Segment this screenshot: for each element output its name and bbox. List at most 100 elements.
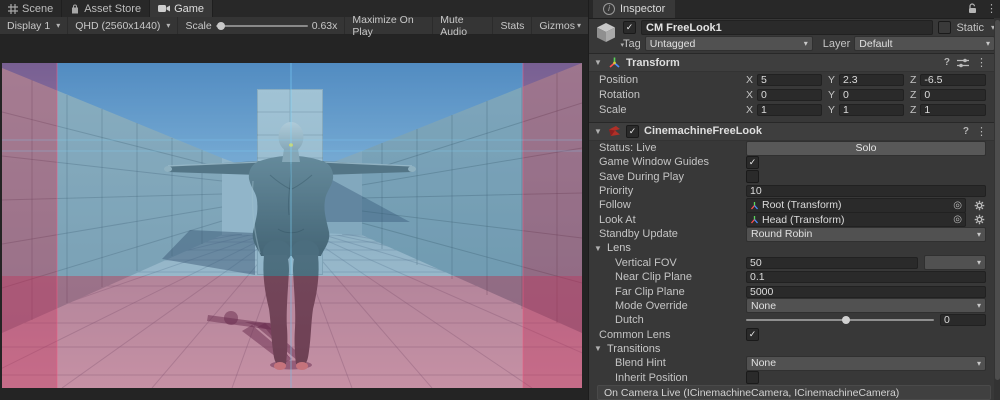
cinemachine-guides [2, 63, 582, 388]
tag-dropdown[interactable]: Untagged ▾ [645, 36, 813, 51]
dutch-value-field[interactable] [940, 314, 986, 326]
follow-object-field[interactable]: Root (Transform) ◎ [746, 198, 966, 213]
game-window-guides-checkbox[interactable]: ✓ [746, 156, 759, 169]
static-checkbox[interactable] [938, 21, 951, 34]
chevron-down-icon: ▾ [166, 21, 170, 30]
game-viewport[interactable] [2, 63, 582, 388]
scale-slider[interactable] [216, 25, 308, 27]
gameobject-header: ▾ ✓ Static ▾ Tag Untagged ▾ Layer Defaul… [589, 18, 1000, 53]
resolution-dropdown-label: QHD (2560x1440) [75, 20, 160, 32]
inspector-scrollbar[interactable] [994, 18, 1000, 400]
dutch-label: Dutch [589, 314, 746, 326]
tab-asset-store-label: Asset Store [84, 3, 141, 15]
display-dropdown[interactable]: Display 1 ▾ [0, 17, 68, 34]
priority-field[interactable] [746, 185, 986, 197]
blend-hint-dropdown[interactable]: None▾ [746, 356, 986, 371]
lock-icon[interactable] [968, 3, 978, 14]
layer-dropdown[interactable]: Default ▾ [854, 36, 995, 51]
look-at-gear-button[interactable] [972, 214, 986, 225]
axis-z-label: Z [910, 74, 916, 86]
help-icon[interactable]: ? [963, 126, 969, 137]
scale-slider-knob[interactable] [217, 22, 225, 30]
rotation-y-field[interactable] [839, 89, 904, 101]
gameobject-cube-icon[interactable]: ▾ [595, 21, 617, 48]
scrollbar-thumb[interactable] [995, 20, 1000, 380]
chevron-down-icon: ▾ [980, 39, 990, 48]
cinemachine-freelook-header[interactable]: ▼ ✓ CinemachineFreeLook ? ⋮ [589, 122, 994, 141]
foldout-icon[interactable]: ▼ [593, 58, 603, 67]
kebab-menu-icon[interactable]: ⋮ [976, 125, 987, 138]
presets-icon[interactable] [957, 58, 969, 68]
fov-preset-dropdown[interactable]: ▾ [924, 255, 986, 270]
mute-audio-button[interactable]: Mute Audio [432, 17, 492, 34]
game-window-guides-label: Game Window Guides [589, 156, 746, 168]
common-lens-checkbox[interactable]: ✓ [746, 328, 759, 341]
transform-ref-icon [750, 201, 759, 210]
status-live-label: Status: Live [589, 142, 746, 154]
tab-game-label: Game [174, 3, 204, 15]
tab-scene[interactable]: Scene [0, 0, 62, 17]
follow-row: Follow Root (Transform) ◎ [589, 198, 994, 212]
mode-override-label: Mode Override [589, 300, 746, 312]
look-at-object-field[interactable]: Head (Transform) ◎ [746, 212, 966, 227]
chevron-down-icon: ▾ [971, 301, 981, 310]
kebab-menu-icon[interactable]: ⋮ [986, 2, 997, 15]
axis-x-label: X [746, 89, 753, 101]
position-x-field[interactable] [757, 74, 822, 86]
scale-row: Scale X Y Z [589, 103, 994, 118]
gameobject-name-field[interactable] [641, 20, 933, 35]
game-camera-icon [158, 4, 170, 13]
inspector-tabbar: i Inspector ⋮ [589, 0, 1000, 19]
transform-header[interactable]: ▼ Transform ? ⋮ [589, 53, 994, 72]
scale-z-field[interactable] [920, 104, 986, 116]
far-clip-field[interactable] [746, 286, 986, 298]
solo-button[interactable]: Solo [746, 141, 986, 156]
transitions-label: Transitions [607, 343, 660, 355]
maximize-on-play-label: Maximize On Play [352, 14, 425, 38]
scale-control: Scale 0.63x [178, 17, 344, 34]
save-during-play-label: Save During Play [589, 171, 746, 183]
transitions-foldout[interactable]: ▼ Transitions [589, 342, 994, 356]
chevron-down-icon: ▾ [971, 359, 981, 368]
tab-game[interactable]: Game [150, 0, 213, 17]
status-row: Status: Live Solo [589, 141, 994, 155]
position-z-field[interactable] [920, 74, 986, 86]
scale-x-field[interactable] [757, 104, 822, 116]
rotation-z-field[interactable] [920, 89, 986, 101]
gizmos-dropdown[interactable]: Gizmos▾ [531, 17, 588, 34]
transform-icon [608, 56, 621, 69]
component-enabled-checkbox[interactable]: ✓ [626, 125, 639, 138]
follow-gear-button[interactable] [972, 200, 986, 211]
rotation-x-field[interactable] [757, 89, 822, 101]
resolution-dropdown[interactable]: QHD (2560x1440) ▾ [68, 17, 178, 34]
position-row: Position X Y Z [589, 72, 994, 87]
tab-inspector[interactable]: i Inspector [593, 0, 675, 18]
help-icon[interactable]: ? [944, 57, 950, 68]
transform-ref-icon [750, 215, 759, 224]
vertical-fov-field[interactable] [746, 257, 918, 269]
object-picker-icon[interactable]: ◎ [953, 214, 962, 225]
follow-object-name: Root (Transform) [762, 199, 842, 211]
kebab-menu-icon[interactable]: ⋮ [976, 56, 987, 69]
standby-update-dropdown[interactable]: Round Robin▾ [746, 227, 986, 242]
axis-x-label: X [746, 74, 753, 86]
camera-live-status-bar: On Camera Live (ICinemachineCamera, ICin… [597, 385, 991, 400]
save-during-play-checkbox[interactable] [746, 170, 759, 183]
stats-button[interactable]: Stats [492, 17, 531, 34]
tab-asset-store[interactable]: Asset Store [62, 0, 150, 17]
object-picker-icon[interactable]: ◎ [953, 200, 962, 211]
lens-foldout[interactable]: ▼ Lens [589, 241, 994, 255]
solo-button-label: Solo [855, 142, 876, 154]
maximize-on-play-button[interactable]: Maximize On Play [344, 17, 432, 34]
dutch-slider[interactable] [746, 319, 934, 321]
scale-y-field[interactable] [839, 104, 904, 116]
foldout-icon[interactable]: ▼ [593, 127, 603, 136]
game-tabbar: Scene Asset Store Game [0, 0, 588, 18]
position-y-field[interactable] [839, 74, 904, 86]
dutch-slider-knob[interactable] [842, 316, 850, 324]
inherit-position-checkbox[interactable] [746, 371, 759, 384]
mode-override-dropdown[interactable]: None▾ [746, 298, 986, 313]
tag-label: Tag [623, 38, 641, 50]
gameobject-active-checkbox[interactable]: ✓ [623, 21, 636, 34]
near-clip-field[interactable] [746, 271, 986, 283]
